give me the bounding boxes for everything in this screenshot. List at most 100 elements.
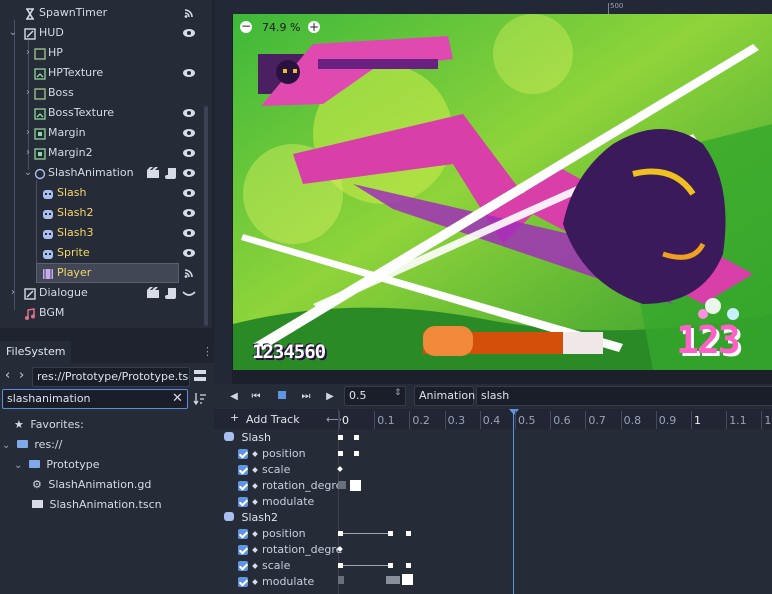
tree-node-bosstexture[interactable]: BossTexture xyxy=(0,103,206,123)
play-backwards-from-end-icon[interactable]: ⏮ xyxy=(246,388,266,406)
tree-node-slash3[interactable]: Slash3 xyxy=(0,223,206,243)
add-track-icon[interactable]: + xyxy=(230,411,239,424)
collapse-arrow-icon[interactable]: ⌄ xyxy=(23,163,33,183)
dock-splitter[interactable] xyxy=(0,328,214,341)
keyframe[interactable] xyxy=(338,576,344,584)
sort-icon[interactable] xyxy=(193,392,207,409)
script-icon[interactable] xyxy=(164,286,178,300)
expand-arrow-icon[interactable]: › xyxy=(23,83,33,103)
tree-node-hptexture[interactable]: HPTexture xyxy=(0,63,206,83)
track-enabled-checkbox[interactable] xyxy=(238,529,248,539)
forward-arrow-icon[interactable]: › xyxy=(19,368,24,383)
track-property[interactable]: rotation_degre xyxy=(238,478,342,494)
keyframe[interactable] xyxy=(338,451,343,456)
tree-node-player[interactable]: Player xyxy=(36,263,179,283)
visibility-eye-icon[interactable] xyxy=(182,226,196,240)
visibility-eye-icon[interactable] xyxy=(182,126,196,140)
tree-node-spawntimer[interactable]: SpawnTimer xyxy=(0,3,206,23)
tree-node-slashanimation[interactable]: ⌄ SlashAnimation xyxy=(0,163,206,183)
play-backwards-icon[interactable]: ◀ xyxy=(224,388,244,406)
animation-select[interactable]: slash xyxy=(476,386,772,406)
tree-node-hp[interactable]: › HP xyxy=(0,43,206,63)
playhead[interactable] xyxy=(513,409,514,594)
dock-menu-icon[interactable]: ⋮ xyxy=(202,345,213,358)
file-row[interactable]: SlashAnimation.tscn xyxy=(32,495,162,515)
visibility-eye-icon[interactable] xyxy=(182,166,196,180)
signal-icon[interactable] xyxy=(182,6,196,20)
expand-arrow-icon[interactable]: › xyxy=(8,283,18,303)
visibility-eye-icon[interactable] xyxy=(182,26,196,40)
instance-scene-icon[interactable] xyxy=(146,166,160,180)
visibility-eye-icon[interactable] xyxy=(182,246,196,260)
expand-arrow-icon[interactable]: › xyxy=(23,43,33,63)
track-enabled-checkbox[interactable] xyxy=(238,449,248,459)
keyframe[interactable] xyxy=(386,576,400,584)
track-property[interactable]: modulate xyxy=(238,574,314,590)
scene-tree-scrollbar[interactable] xyxy=(204,106,208,326)
track-property[interactable]: rotation_degre xyxy=(238,542,342,558)
split-view-icon[interactable] xyxy=(193,369,207,386)
keyframe[interactable] xyxy=(388,563,393,568)
spinbox-arrows-icon[interactable]: ⇕ xyxy=(394,388,402,398)
favorites-row[interactable]: ★ Favorites: xyxy=(14,415,84,435)
collapse-arrow-icon[interactable]: ⌄ xyxy=(14,460,22,471)
path-field[interactable]: res://Prototype/Prototype.tscn xyxy=(32,367,190,387)
zoom-out-icon[interactable]: − xyxy=(240,20,252,33)
canvas-viewport[interactable]: 500 1234560 123 − 74.9 % + xyxy=(214,0,772,384)
root-folder-row[interactable]: ⌄ res:// xyxy=(2,435,62,455)
back-arrow-icon[interactable]: ‹ xyxy=(5,368,10,383)
track-enabled-checkbox[interactable] xyxy=(238,561,248,571)
tree-node-dialogue[interactable]: › Dialogue xyxy=(0,283,206,303)
tree-node-bgm[interactable]: BGM xyxy=(0,303,206,323)
track-header-slash2[interactable]: Slash2 xyxy=(224,510,278,526)
expand-arrow-icon[interactable]: › xyxy=(23,123,33,143)
add-track-button[interactable]: Add Track xyxy=(246,413,300,426)
track-enabled-checkbox[interactable] xyxy=(238,577,248,587)
clear-search-icon[interactable]: ✕ xyxy=(172,391,183,406)
stop-icon[interactable] xyxy=(272,388,292,406)
track-property[interactable]: modulate xyxy=(238,494,314,510)
track-property[interactable]: scale xyxy=(238,462,290,478)
play-icon[interactable]: ▶ xyxy=(320,388,340,406)
hidden-eye-icon[interactable] xyxy=(182,286,196,300)
track-enabled-checkbox[interactable] xyxy=(238,497,248,507)
animation-menu-button[interactable]: Animation xyxy=(414,386,475,406)
collapse-arrow-icon[interactable]: ⌄ xyxy=(8,23,18,43)
track-property[interactable]: position xyxy=(238,526,306,542)
tree-node-slash[interactable]: Slash xyxy=(0,183,206,203)
prototype-folder-row[interactable]: ⌄ Prototype xyxy=(14,455,99,475)
tree-node-slash2[interactable]: Slash2 xyxy=(0,203,206,223)
instance-scene-icon[interactable] xyxy=(146,286,160,300)
track-enabled-checkbox[interactable] xyxy=(238,545,248,555)
track-property[interactable]: position xyxy=(238,446,306,462)
expand-arrow-icon[interactable]: › xyxy=(23,143,33,163)
visibility-eye-icon[interactable] xyxy=(182,186,196,200)
tree-node-boss[interactable]: › Boss xyxy=(0,83,206,103)
visibility-eye-icon[interactable] xyxy=(182,106,196,120)
keyframe[interactable] xyxy=(354,451,359,456)
script-icon[interactable] xyxy=(164,166,178,180)
keyframe[interactable] xyxy=(354,435,359,440)
file-search-input[interactable]: slashanimation xyxy=(2,389,188,409)
tree-node-margin2[interactable]: › Margin2 xyxy=(0,143,206,163)
tab-filesystem[interactable]: FileSystem xyxy=(0,341,72,363)
collapse-arrow-icon[interactable]: ⌄ xyxy=(2,440,10,451)
visibility-eye-icon[interactable] xyxy=(182,206,196,220)
track-enabled-checkbox[interactable] xyxy=(238,465,248,475)
keyframe[interactable] xyxy=(402,574,413,585)
track-header-slash[interactable]: Slash xyxy=(224,430,271,446)
keyframe[interactable] xyxy=(388,531,393,536)
track-enabled-checkbox[interactable] xyxy=(238,481,248,491)
keyframe[interactable] xyxy=(338,481,346,489)
tree-node-hud[interactable]: ⌄ HUD xyxy=(0,23,206,43)
keyframe[interactable] xyxy=(406,563,411,568)
keyframe[interactable] xyxy=(337,466,343,472)
tree-node-margin[interactable]: › Margin xyxy=(0,123,206,143)
tree-node-sprite[interactable]: Sprite xyxy=(0,243,206,263)
zoom-in-icon[interactable]: + xyxy=(308,21,320,33)
play-from-start-icon[interactable]: ⏭ xyxy=(296,388,316,406)
file-row[interactable]: ⚙ SlashAnimation.gd xyxy=(32,475,151,495)
zoom-level[interactable]: 74.9 % xyxy=(262,21,300,34)
keyframe[interactable] xyxy=(350,480,361,491)
visibility-eye-icon[interactable] xyxy=(182,146,196,160)
